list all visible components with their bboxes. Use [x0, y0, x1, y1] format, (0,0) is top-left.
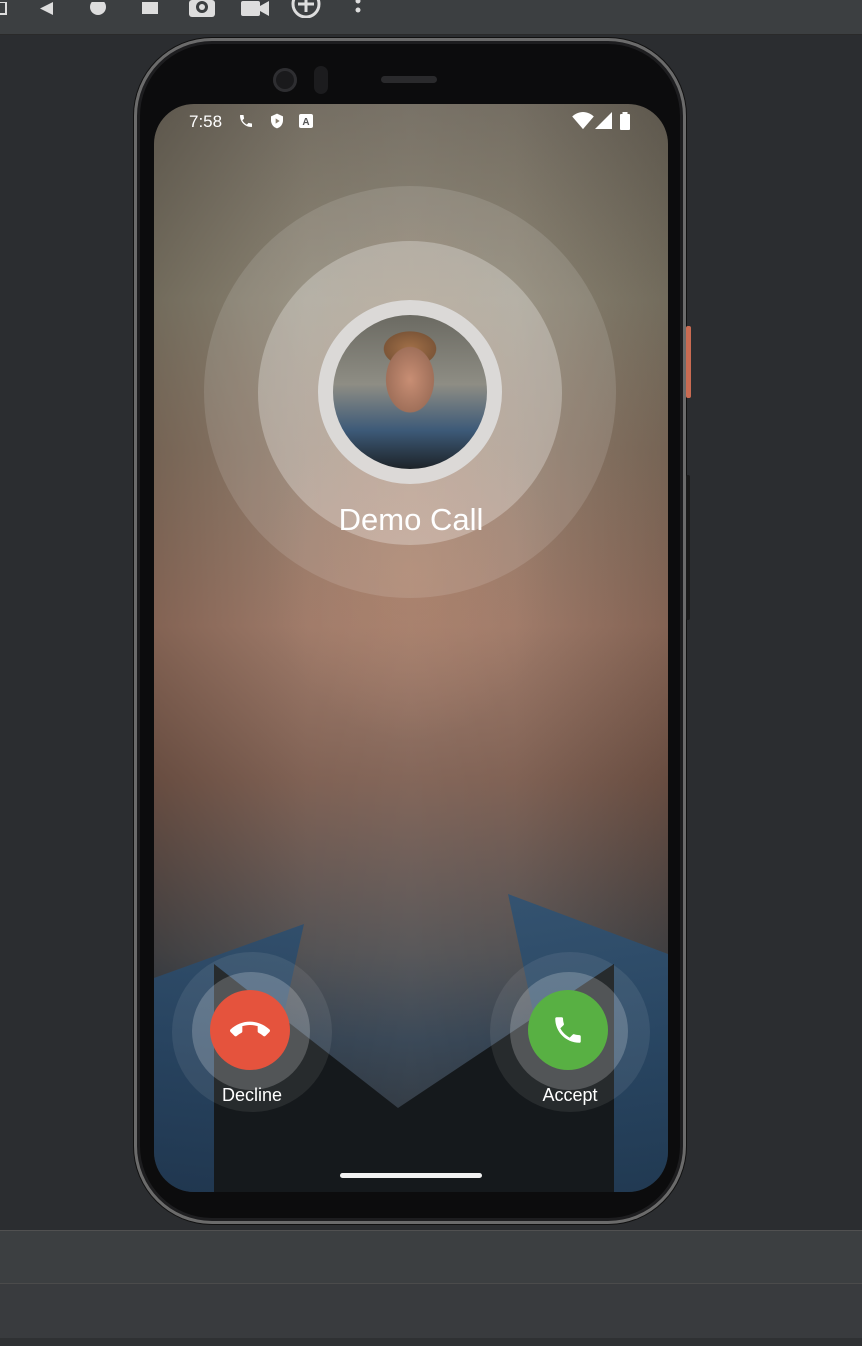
- a-badge-icon: A: [299, 113, 315, 129]
- back-icon[interactable]: [36, 0, 56, 18]
- emulator-panel-secondary: [0, 1283, 862, 1339]
- battery-icon: [619, 112, 631, 135]
- power-button[interactable]: [686, 326, 691, 398]
- overview-icon[interactable]: [140, 0, 160, 18]
- status-time: 7:58: [189, 112, 223, 131]
- caller-name: Demo Call: [338, 502, 484, 537]
- phone-answer-icon: [555, 1017, 581, 1043]
- zoom-icon[interactable]: [290, 0, 322, 18]
- svg-text:A: A: [302, 117, 309, 128]
- sensor: [314, 66, 328, 94]
- volume-button[interactable]: [686, 475, 690, 620]
- signal-icon: [595, 112, 613, 135]
- phone-icon: [238, 113, 254, 129]
- accept-label: Accept: [542, 1085, 598, 1105]
- status-bar: 7:58 A: [154, 104, 668, 140]
- video-icon[interactable]: [240, 0, 270, 18]
- sidebar-edge-icon[interactable]: [0, 0, 10, 18]
- hang-up-icon: [230, 1021, 270, 1037]
- caller-avatar: [333, 315, 487, 469]
- decline-button[interactable]: [210, 990, 290, 1070]
- emulator-toolbar: [0, 0, 862, 35]
- home-gesture-bar[interactable]: [340, 1173, 482, 1178]
- front-camera: [273, 68, 297, 92]
- emulator-panel-footer: [0, 1338, 862, 1346]
- accept-button[interactable]: [528, 990, 608, 1070]
- more-icon[interactable]: [350, 0, 366, 18]
- emulator-panel: [0, 1230, 862, 1283]
- home-icon[interactable]: [88, 0, 108, 18]
- decline-label: Decline: [221, 1085, 283, 1105]
- incoming-call-screen: 7:58 A Demo Call Decline Accept: [154, 104, 668, 1192]
- shield-icon: [269, 113, 285, 129]
- camera-icon[interactable]: [188, 0, 216, 18]
- earpiece: [381, 76, 437, 83]
- wifi-icon: [572, 112, 594, 135]
